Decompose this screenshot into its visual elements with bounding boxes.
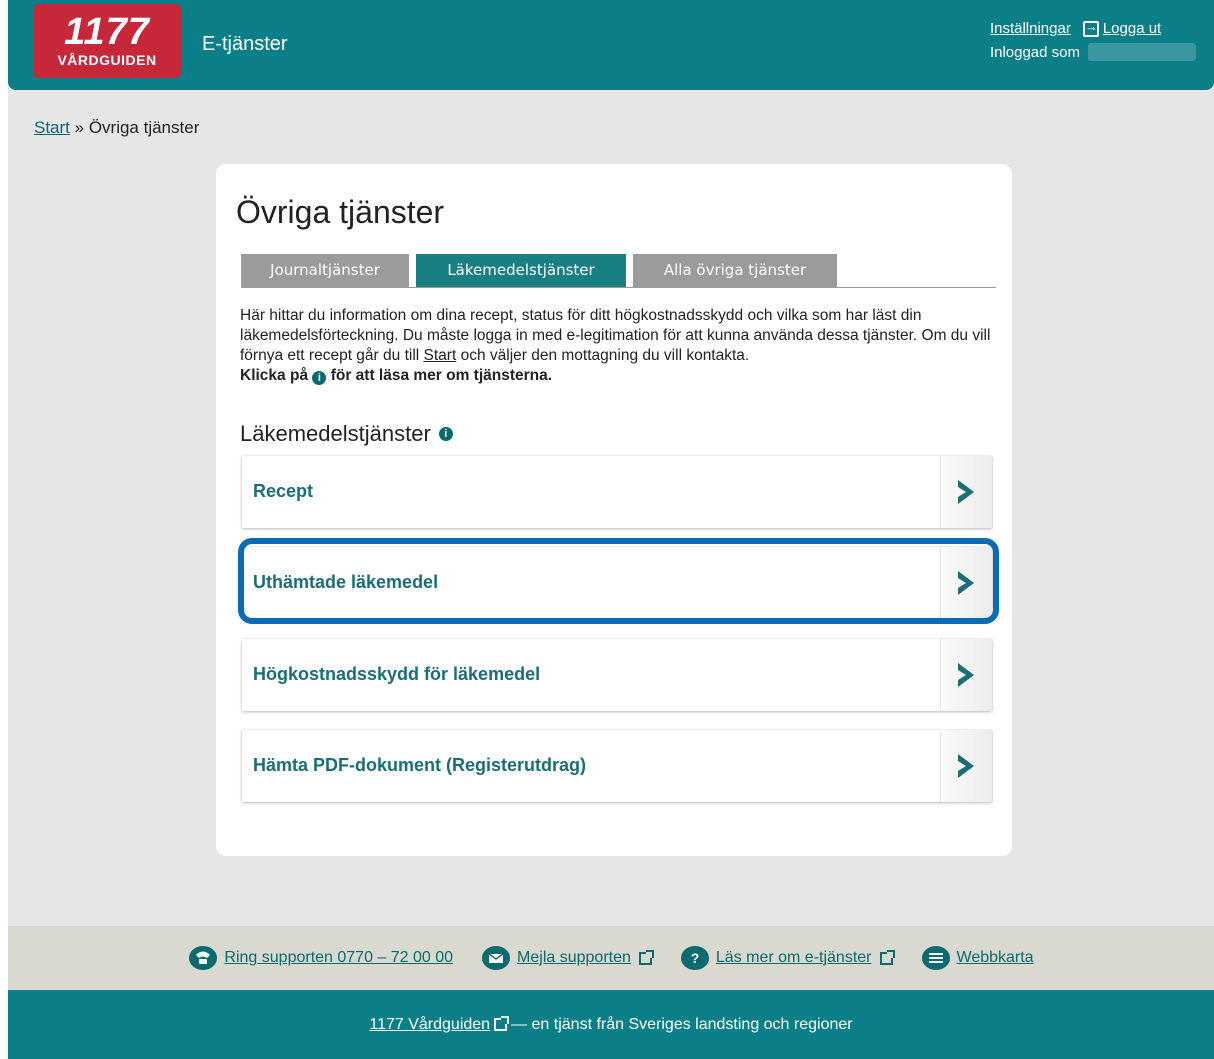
- svg-text:?: ?: [691, 950, 700, 966]
- footer-link-label[interactable]: Läs mer om e-tjänster: [716, 949, 872, 967]
- arrow-column: [940, 547, 992, 619]
- service-label: Uthämtade läkemedel: [253, 572, 439, 592]
- info-icon: i: [312, 371, 327, 385]
- footer-link-about[interactable]: ? Läs mer om e-tjänster: [680, 945, 895, 971]
- page-title: Övriga tjänster: [236, 194, 445, 230]
- footer-link-phone[interactable]: Ring supporten 0770 – 72 00 00: [188, 945, 453, 971]
- main-card: Övriga tjänster Journaltjänster Läkemede…: [216, 164, 1012, 856]
- chevron-right-icon: [958, 663, 974, 687]
- breadcrumb: Start » Övriga tjänster: [34, 118, 199, 138]
- chevron-right-icon: [958, 571, 974, 595]
- section-info-icon[interactable]: i: [438, 427, 453, 441]
- footer-link-label[interactable]: Mejla supporten: [517, 949, 631, 967]
- mail-icon: [482, 946, 511, 970]
- section-title: Läkemedelstjänster i: [240, 421, 453, 447]
- logout-icon: [1082, 19, 1099, 37]
- arrow-column: [940, 639, 992, 711]
- service-hogkostnadsskydd[interactable]: Högkostnadsskydd för läkemedel: [242, 639, 992, 711]
- external-link-icon: [879, 949, 895, 965]
- tab-journaltjanster[interactable]: Journaltjänster: [241, 254, 409, 287]
- arrow-column: [940, 456, 992, 528]
- app-title: E-tjänster: [202, 33, 288, 55]
- logout-link-wrap[interactable]: Logga ut: [1082, 19, 1161, 37]
- footer-link-mail[interactable]: Mejla supporten: [481, 945, 654, 971]
- question-icon: ?: [680, 946, 709, 970]
- service-tabs: Journaltjänster Läkemedelstjänster Alla …: [241, 252, 996, 288]
- chevron-right-icon: [958, 754, 974, 778]
- intro-paragraph-end: och väljer den mottagning du vill kontak…: [460, 347, 750, 364]
- bottom-bar: 1177 Vårdguiden — en tjänst från Sverige…: [8, 990, 1214, 1059]
- external-link-icon: [638, 949, 654, 965]
- footer-links: Ring supporten 0770 – 72 00 00 Mejla sup…: [8, 926, 1214, 990]
- footer-link-label[interactable]: Webbkarta: [957, 949, 1034, 967]
- service-label: Högkostnadsskydd för läkemedel: [253, 664, 541, 684]
- logged-in-label: Inloggad som: [989, 43, 1080, 61]
- arrow-column: [940, 730, 992, 802]
- list-icon: [921, 946, 950, 970]
- vardguiden-link[interactable]: 1177 Vårdguiden: [369, 1016, 490, 1034]
- logo-number: 1177: [64, 11, 150, 53]
- vardguiden-logo[interactable]: 1177 VÅRDGUIDEN: [33, 4, 181, 78]
- chevron-right-icon: [958, 480, 974, 504]
- breadcrumb-current: Övriga tjänster: [88, 118, 200, 137]
- settings-link[interactable]: Inställningar: [990, 20, 1071, 37]
- breadcrumb-separator: »: [69, 118, 89, 137]
- section-title-text: Läkemedelstjänster: [240, 421, 431, 446]
- service-recept[interactable]: Recept: [242, 456, 992, 528]
- breadcrumb-start-link[interactable]: Start: [34, 118, 70, 137]
- page-frame: 1177 VÅRDGUIDEN E-tjänster Inställningar…: [8, 0, 1214, 1059]
- service-hamta-pdf[interactable]: Hämta PDF-dokument (Registerutdrag): [242, 730, 992, 802]
- redacted-username: [1088, 43, 1196, 61]
- top-header: 1177 VÅRDGUIDEN E-tjänster Inställningar…: [8, 0, 1214, 90]
- intro-start-link[interactable]: Start: [424, 347, 457, 364]
- intro-bold-start: Klicka på: [240, 367, 309, 384]
- tab-alla-ovriga-tjanster[interactable]: Alla övriga tjänster: [633, 254, 837, 287]
- service-uthamtade-lakemedel[interactable]: Uthämtade läkemedel: [242, 547, 992, 619]
- intro-text: Här hittar du information om dina recept…: [240, 306, 1000, 386]
- intro-bold-end: för att läsa mer om tjänsterna.: [330, 367, 553, 384]
- tab-lakemedelstjanster[interactable]: Läkemedelstjänster: [416, 254, 626, 287]
- bottom-text: — en tjänst från Sveriges landsting och …: [511, 1015, 853, 1033]
- logout-link[interactable]: Logga ut: [1103, 20, 1161, 37]
- service-label: Recept: [253, 481, 314, 501]
- phone-icon: [189, 946, 218, 970]
- footer-link-sitemap[interactable]: Webbkarta: [921, 945, 1034, 971]
- account-links: Inställningar Logga ut Inloggad som: [989, 19, 1196, 61]
- external-link-icon: [494, 1016, 510, 1031]
- service-label: Hämta PDF-dokument (Registerutdrag): [253, 755, 587, 775]
- footer-link-label[interactable]: Ring supporten 0770 – 72 00 00: [224, 949, 453, 967]
- logo-word: VÅRDGUIDEN: [57, 52, 157, 68]
